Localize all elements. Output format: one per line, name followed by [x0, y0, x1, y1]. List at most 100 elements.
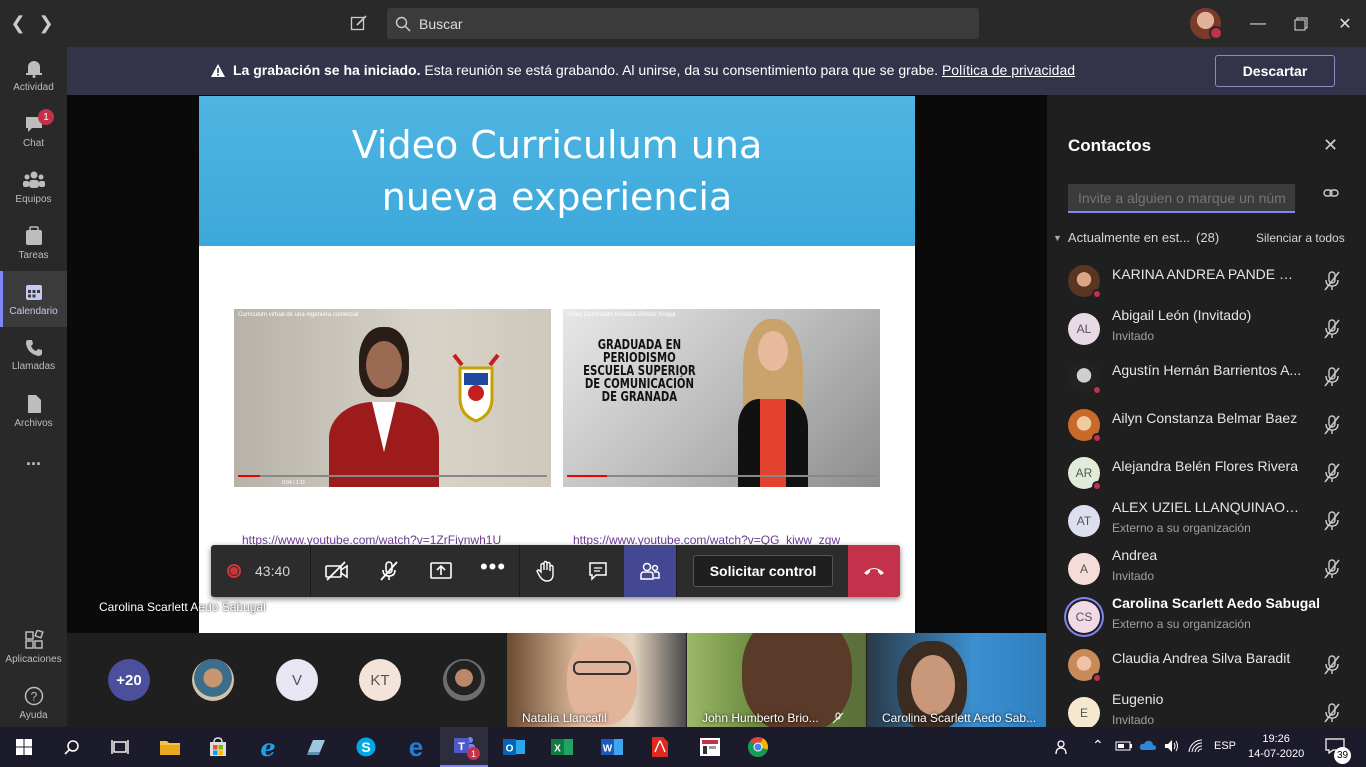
task-view[interactable] [96, 727, 144, 767]
rail-label: Ayuda [19, 709, 48, 721]
acrobat-app[interactable] [636, 727, 684, 767]
share-link-icon[interactable] [1323, 187, 1339, 199]
wifi-icon[interactable] [1188, 739, 1204, 753]
video-thumbnail-2[interactable]: GRADUADA EN PERIODISMO ESCUELA SUPERIOR … [563, 309, 880, 487]
participant-row-speaking[interactable]: CS Carolina Scarlett Aedo Sabugal Extern… [1047, 593, 1366, 641]
mic-off-icon[interactable] [1323, 703, 1341, 723]
start-button[interactable] [0, 727, 48, 767]
participant-avatar-v[interactable]: V [276, 659, 318, 701]
search-box[interactable]: Buscar [387, 8, 979, 39]
taskbar-search[interactable] [48, 727, 96, 767]
skype-app[interactable]: S [342, 727, 390, 767]
banner-bold: La grabación se ha iniciado. [233, 62, 421, 78]
rail-files[interactable]: Archivos [0, 383, 67, 439]
participant-avatar[interactable] [443, 659, 485, 701]
raise-hand-button[interactable] [520, 545, 572, 597]
app-rail: Actividad 1 Chat Equipos Tareas Calendar… [0, 47, 67, 727]
rail-more[interactable]: ... [0, 439, 67, 479]
participant-row[interactable]: E Eugenio Invitado [1047, 689, 1366, 727]
close-icon[interactable]: ✕ [1323, 135, 1338, 156]
presentation-app[interactable] [686, 727, 734, 767]
participant-avatar: A [1068, 553, 1100, 585]
participant-row[interactable]: Ailyn Constanza Belmar Baez [1047, 401, 1366, 449]
forward-arrow-icon[interactable]: ❯ [32, 0, 60, 47]
chevron-up-icon[interactable]: ⌃ [1092, 737, 1104, 754]
language-indicator[interactable]: ESP [1214, 740, 1236, 752]
mute-button[interactable] [363, 545, 415, 597]
request-control-button[interactable]: Solicitar control [693, 555, 833, 587]
excel-app[interactable]: X [538, 727, 586, 767]
mic-off-icon[interactable] [1323, 511, 1341, 531]
video-title: Video Curriculum Amaelia Gómez Anaya [567, 312, 676, 318]
camera-off-button[interactable] [311, 545, 363, 597]
rail-tasks[interactable]: Tareas [0, 215, 67, 271]
teams-app[interactable]: T 1 [440, 727, 488, 767]
participants-strip: +20 V KT Natalia Llancafil John Humberto… [67, 633, 1047, 727]
speaker-icon[interactable] [1164, 739, 1180, 753]
participant-row[interactable]: A Andrea Invitado [1047, 545, 1366, 593]
participant-row[interactable]: AR Alejandra Belén Flores Rivera [1047, 449, 1366, 497]
rail-chat[interactable]: 1 Chat [0, 103, 67, 159]
maximize-icon[interactable] [1279, 0, 1323, 47]
glasses-icon [573, 661, 631, 675]
participant-row[interactable]: AL Abigail León (Invitado) Invitado [1047, 305, 1366, 353]
apps-icon [24, 629, 44, 649]
rail-activity[interactable]: Actividad [0, 47, 67, 103]
back-arrow-icon[interactable]: ❮ [4, 0, 32, 47]
rail-teams[interactable]: Equipos [0, 159, 67, 215]
mic-off-icon[interactable] [1323, 559, 1341, 579]
participant-subtitle: Invitado [1112, 329, 1155, 343]
share-button[interactable] [415, 545, 467, 597]
participant-row[interactable]: Claudia Andrea Silva Baradit [1047, 641, 1366, 689]
video-tile-3[interactable]: Carolina Scarlett Aedo Sab... [867, 633, 1046, 727]
mic-off-icon[interactable] [1323, 367, 1341, 387]
minimize-icon[interactable]: — [1236, 0, 1280, 47]
compose-icon[interactable] [348, 12, 370, 34]
mute-all-button[interactable]: Silenciar a todos [1256, 231, 1345, 245]
video-tile-2[interactable]: John Humberto Brio... [687, 633, 866, 727]
battery-icon[interactable] [1115, 740, 1133, 752]
invite-input[interactable] [1068, 184, 1295, 213]
onedrive-icon[interactable] [1139, 739, 1157, 751]
people-icon[interactable] [1055, 739, 1071, 755]
mic-off-icon[interactable] [1323, 463, 1341, 483]
edge-app[interactable]: e [392, 727, 440, 767]
outlook-app[interactable]: O [490, 727, 538, 767]
app-book[interactable] [292, 727, 340, 767]
video-tile-1[interactable]: Natalia Llancafil [507, 633, 686, 727]
rail-calls[interactable]: Llamadas [0, 327, 67, 383]
participant-row[interactable]: Agustín Hernán Barrientos A... [1047, 353, 1366, 401]
store-app[interactable] [194, 727, 242, 767]
participant-row[interactable]: AT ALEX UZIEL LLANQUINAO T... Externo a … [1047, 497, 1366, 545]
participant-avatar[interactable] [192, 659, 234, 701]
video-thumbnail-1[interactable]: Curriculum virtual de una ingeniera come… [234, 309, 551, 487]
participant-row[interactable]: KARINA ANDREA PANDE CA... [1047, 257, 1366, 305]
rail-help[interactable]: ? Ayuda [0, 675, 67, 731]
rail-apps[interactable]: Aplicaciones [0, 619, 67, 675]
participant-avatar [1068, 409, 1102, 443]
mic-off-icon[interactable] [1323, 271, 1341, 291]
participants-button[interactable] [624, 545, 676, 597]
participant-name: Carolina Scarlett Aedo Sabugal [1112, 595, 1320, 611]
participant-avatar-kt[interactable]: KT [359, 659, 401, 701]
mic-off-icon[interactable] [1323, 319, 1341, 339]
hang-up-button[interactable] [848, 545, 900, 597]
user-avatar[interactable] [1190, 8, 1223, 40]
chat-button[interactable] [572, 545, 624, 597]
more-participants[interactable]: +20 [108, 659, 150, 701]
ie-app[interactable]: e [244, 727, 292, 767]
file-explorer[interactable] [146, 727, 194, 767]
video-person [733, 319, 813, 487]
chrome-app[interactable] [734, 727, 782, 767]
clock[interactable]: 19:26 14-07-2020 [1248, 732, 1304, 762]
mic-off-icon[interactable] [1323, 655, 1341, 675]
dismiss-button[interactable]: Descartar [1215, 55, 1335, 87]
close-window-icon[interactable]: ✕ [1323, 0, 1366, 47]
svg-text:W: W [603, 744, 613, 755]
share-screen-icon [430, 562, 452, 579]
more-actions-button[interactable]: ••• [467, 545, 519, 597]
rail-calendar[interactable]: Calendario [0, 271, 67, 327]
privacy-link[interactable]: Política de privacidad [942, 62, 1075, 78]
mic-off-icon[interactable] [1323, 415, 1341, 435]
word-app[interactable]: W [588, 727, 636, 767]
